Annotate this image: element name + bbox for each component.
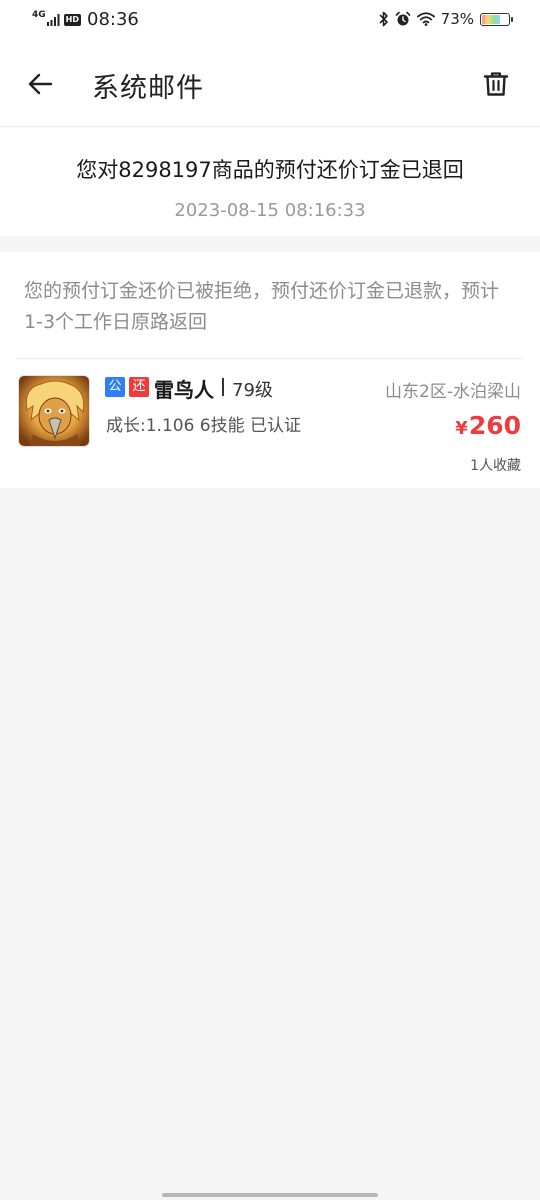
status-left: 4G HD 08:36 [32,9,139,30]
item-price: ¥260 [455,411,521,440]
app-bar: 系统邮件 [0,40,540,127]
mail-title: 您对8298197商品的预付还价订金已退回 [76,158,464,182]
tag-public: 公 [105,377,125,397]
status-time: 08:36 [87,9,139,30]
page-title: 系统邮件 [92,73,204,104]
hd-badge: HD [63,13,81,26]
mail-body-card: 您的预付订金还价已被拒绝，预付还价订金已退款，预计1-3个工作日原路返回 公 还… [0,252,540,488]
mail-body-text: 您的预付订金还价已被拒绝，预付还价订金已退款，预计1-3个工作日原路返回 [24,280,500,333]
wifi-icon [416,12,435,26]
tag-counteroffer: 还 [129,377,149,397]
battery-percent: 73% [440,10,474,28]
mail-header-card: 您对8298197商品的预付还价订金已退回 2023-08-15 08:16:3… [0,127,540,236]
trash-icon [483,72,509,96]
mail-timestamp: 2023-08-15 08:16:33 [174,200,366,221]
item-attributes: 成长:1.106 6技能 已认证 [106,416,302,436]
item-name: 雷鸟人 [154,378,214,402]
product-item-card[interactable]: 公 还 雷鸟人 79级 山东2区-水泊梁山 成长:1.106 6技能 已认证 ¥… [0,359,540,488]
currency-symbol: ¥ [455,418,468,439]
signal-icon [46,13,60,26]
character-avatar-image [19,376,89,446]
name-level-separator [222,378,224,396]
back-arrow-icon [28,73,53,95]
delete-button[interactable] [476,64,516,104]
network-type-label: 4G [32,9,46,20]
back-button[interactable] [20,64,60,104]
status-right: 73% [373,10,513,28]
battery-fill [482,14,500,24]
alarm-icon [395,11,410,26]
battery-icon [480,12,513,26]
item-favorites: 1人收藏 [470,458,521,474]
item-level: 79级 [232,380,273,401]
price-value: 260 [468,411,521,440]
home-indicator[interactable] [162,1193,378,1197]
product-thumbnail[interactable] [18,375,90,447]
item-server: 山东2区-水泊梁山 [385,382,521,402]
bluetooth-icon [379,11,388,27]
status-bar: 4G HD 08:36 73% [0,0,540,40]
